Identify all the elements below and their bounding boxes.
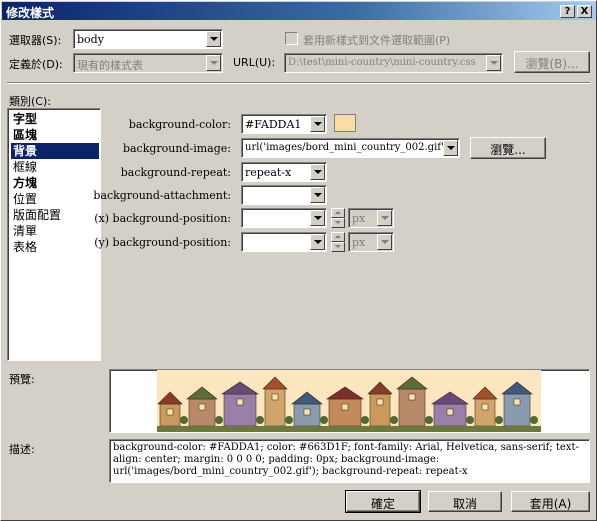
ok-label: 確定 — [370, 497, 395, 511]
selector-value: body — [77, 33, 104, 46]
ok-button[interactable]: 確定 — [345, 490, 421, 513]
bg-attachment-label: background-attachment: — [93, 189, 231, 202]
apply-label: 套用(A) — [529, 497, 572, 511]
chevron-down-icon[interactable] — [486, 55, 501, 71]
cancel-label: 取消 — [452, 497, 477, 511]
modify-style-dialog: 修改樣式 ? X 選取器(S): body 套用新樣式到文件選取範圍(P) 定義… — [0, 0, 597, 521]
bg-pos-x-label: (x) background-position: — [94, 212, 231, 225]
bg-repeat-value: repeat-x — [245, 166, 292, 179]
cancel-button[interactable]: 取消 — [428, 491, 502, 512]
category-item-border[interactable]: 框線 — [11, 159, 39, 175]
url-label: URL(U): — [233, 56, 276, 69]
category-item-background[interactable]: 背景 — [11, 143, 99, 159]
chevron-down-icon[interactable] — [310, 116, 325, 132]
chevron-down-icon[interactable] — [206, 55, 221, 71]
category-item-position[interactable]: 位置 — [11, 191, 39, 207]
chevron-down-icon[interactable] — [310, 164, 325, 180]
close-button[interactable]: X — [577, 5, 592, 18]
category-item-block[interactable]: 區塊 — [11, 127, 39, 143]
category-label: 類別(C): — [9, 95, 51, 108]
preview-label: 預覽: — [9, 373, 35, 386]
category-item-list[interactable]: 清單 — [11, 223, 39, 239]
bg-image-value: url('images/bord_mini_country_002.gif') — [245, 142, 448, 153]
bg-attachment-combobox[interactable] — [241, 185, 327, 205]
preview-pane — [109, 369, 590, 433]
chevron-down-icon[interactable] — [443, 140, 458, 156]
bg-pos-y-unit-combobox[interactable]: px — [348, 232, 394, 252]
bg-pos-y-stepper[interactable] — [331, 232, 345, 252]
bg-pos-y-label: (y) background-position: — [94, 236, 231, 249]
bg-color-value: #FADDA1 — [245, 118, 302, 131]
window-title: 修改樣式 — [6, 6, 55, 20]
chevron-down-icon[interactable] — [206, 31, 221, 47]
description-label: 描述: — [9, 443, 35, 456]
chevron-down-icon[interactable] — [310, 234, 325, 250]
category-item-layout[interactable]: 版面配置 — [11, 207, 63, 223]
separator — [7, 82, 590, 84]
bg-color-combobox[interactable]: #FADDA1 — [241, 114, 327, 134]
chevron-down-icon[interactable] — [377, 210, 392, 226]
apply-button[interactable]: 套用(A) — [511, 491, 590, 512]
bg-color-label: background-color: — [128, 118, 231, 131]
category-list[interactable]: 字型 區塊 背景 框線 方塊 位置 版面配置 清單 表格 — [7, 108, 101, 361]
apply-new-style-label: 套用新樣式到文件選取範圍(P) — [303, 34, 451, 47]
color-swatch[interactable] — [334, 114, 356, 132]
description-text: background-color: #FADDA1; color: #663D1… — [109, 439, 590, 483]
apply-new-style-checkbox[interactable] — [285, 32, 298, 45]
selector-label: 選取器(S): — [9, 34, 62, 47]
category-item-type[interactable]: 字型 — [11, 111, 39, 127]
selector-combobox[interactable]: body — [73, 29, 223, 49]
url-value: D:\test\mini-country\mini-country.css — [288, 57, 476, 68]
defined-in-label: 定義於(D): — [9, 58, 63, 71]
category-item-table[interactable]: 表格 — [11, 239, 39, 255]
bg-pos-x-unit-combobox[interactable]: px — [348, 208, 394, 228]
chevron-down-icon[interactable] — [310, 210, 325, 226]
browse-url-button[interactable]: 瀏覽(B)... — [514, 51, 590, 73]
bg-pos-x-stepper[interactable] — [331, 208, 345, 228]
browse-url-label: 瀏覽(B)... — [525, 57, 579, 71]
bg-repeat-label: background-repeat: — [120, 166, 231, 179]
country-houses-border-image — [157, 370, 541, 432]
category-item-box[interactable]: 方塊 — [11, 175, 39, 191]
chevron-down-icon[interactable] — [310, 187, 325, 203]
help-button[interactable]: ? — [560, 5, 575, 18]
bg-image-combobox[interactable]: url('images/bord_mini_country_002.gif') — [241, 138, 460, 158]
bg-image-label: background-image: — [122, 142, 231, 155]
chevron-down-icon[interactable] — [377, 234, 392, 250]
defined-in-combobox[interactable]: 現有的樣式表 — [73, 53, 223, 73]
bg-pos-x-combobox[interactable] — [241, 208, 327, 228]
bg-pos-y-combobox[interactable] — [241, 232, 327, 252]
bg-pos-x-unit: px — [352, 212, 366, 225]
bg-pos-y-unit: px — [352, 236, 366, 249]
title-bar: 修改樣式 ? X — [2, 2, 596, 20]
browse-image-label: 瀏覽... — [490, 143, 526, 157]
browse-image-button[interactable]: 瀏覽... — [470, 137, 546, 159]
defined-in-value: 現有的樣式表 — [77, 59, 143, 72]
url-combobox[interactable]: D:\test\mini-country\mini-country.css — [284, 53, 503, 73]
bg-repeat-combobox[interactable]: repeat-x — [241, 162, 327, 182]
